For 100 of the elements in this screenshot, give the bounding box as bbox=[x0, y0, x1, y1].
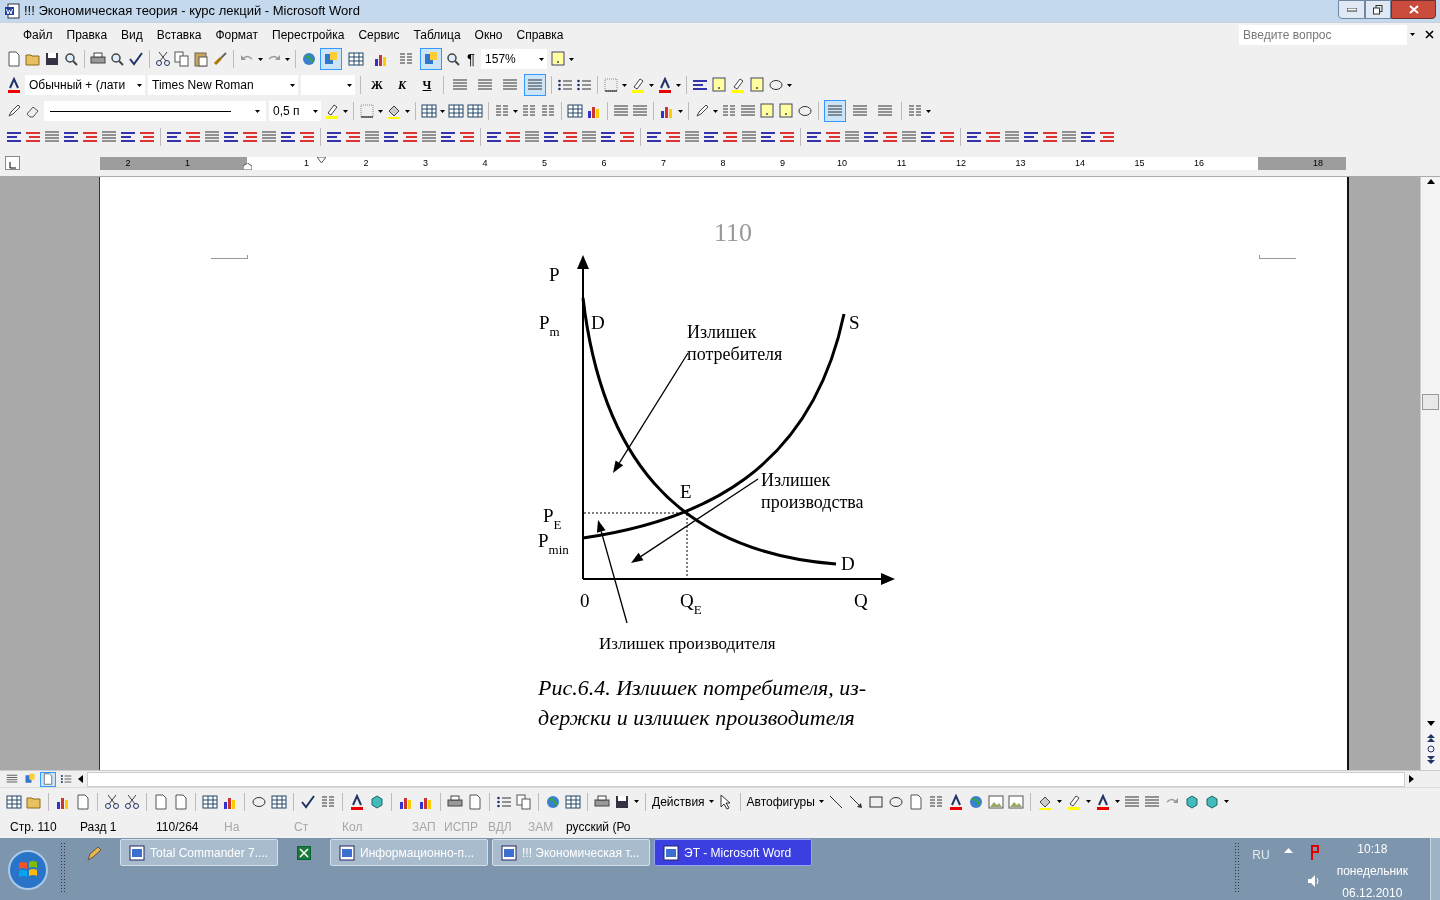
paragraph-lines-icon[interactable] bbox=[882, 129, 898, 145]
scroll-left-icon[interactable] bbox=[78, 775, 83, 783]
paragraph-lines-icon[interactable] bbox=[63, 129, 79, 145]
bullet-list-icon[interactable] bbox=[576, 77, 592, 93]
paragraph-lines-icon[interactable] bbox=[646, 129, 662, 145]
paragraph-lines-icon[interactable] bbox=[6, 129, 22, 145]
new-document-icon[interactable] bbox=[467, 793, 483, 810]
new-document-icon[interactable] bbox=[6, 51, 22, 67]
taskbar-button[interactable]: ЭТ - Microsoft Word bbox=[654, 839, 812, 866]
scroll-thumb[interactable] bbox=[1422, 394, 1439, 410]
autoshapes-menu[interactable]: Автофигуры bbox=[746, 792, 815, 811]
highlighter-icon[interactable] bbox=[630, 77, 646, 93]
paragraph-lines-icon[interactable] bbox=[299, 129, 315, 145]
highlighter-icon[interactable] bbox=[730, 77, 746, 93]
paragraph-lines-icon[interactable] bbox=[825, 129, 841, 145]
paragraph-lines-icon[interactable] bbox=[25, 129, 41, 145]
new-document-icon[interactable] bbox=[173, 793, 189, 810]
caret-icon[interactable] bbox=[713, 109, 718, 113]
paragraph-lines-icon[interactable] bbox=[459, 129, 475, 145]
paragraph-lines-icon[interactable] bbox=[692, 77, 708, 93]
pencil-icon[interactable] bbox=[86, 846, 102, 862]
indent-marker[interactable] bbox=[317, 156, 326, 164]
caret-icon[interactable] bbox=[926, 109, 931, 113]
paragraph-lines-icon[interactable] bbox=[966, 129, 982, 145]
restore-button[interactable] bbox=[1365, 0, 1391, 19]
paragraph-lines-icon[interactable] bbox=[562, 129, 578, 145]
paragraph-lines-icon[interactable] bbox=[939, 129, 955, 145]
menu-item[interactable]: Справка bbox=[509, 25, 571, 44]
copy-icon[interactable] bbox=[174, 51, 190, 67]
scroll-right-icon[interactable] bbox=[1409, 775, 1414, 783]
scissors-icon[interactable] bbox=[155, 51, 171, 67]
arrow-line-icon[interactable] bbox=[847, 793, 864, 810]
table-icon[interactable] bbox=[202, 793, 218, 810]
font-color-icon[interactable] bbox=[947, 793, 964, 810]
line-style-combobox[interactable] bbox=[44, 101, 266, 121]
paragraph-lines-icon[interactable] bbox=[185, 129, 201, 145]
paragraph-lines-icon[interactable] bbox=[402, 129, 418, 145]
menu-item[interactable]: Вид bbox=[114, 25, 150, 44]
paragraph-lines-icon[interactable] bbox=[665, 129, 681, 145]
caret-icon[interactable] bbox=[440, 109, 445, 113]
globe-icon[interactable] bbox=[967, 793, 984, 810]
oval-icon[interactable] bbox=[768, 77, 784, 93]
caret-icon[interactable] bbox=[1056, 800, 1062, 803]
paste-icon[interactable] bbox=[193, 51, 209, 67]
scissors-icon[interactable] bbox=[124, 793, 140, 810]
paragraph-lines-icon[interactable] bbox=[985, 129, 1001, 145]
format-painter-icon[interactable] bbox=[212, 51, 228, 67]
align-lines-icon[interactable] bbox=[613, 103, 629, 119]
cube-icon[interactable] bbox=[1203, 793, 1220, 810]
browse-object-icon[interactable] bbox=[1426, 745, 1435, 753]
printer-icon[interactable] bbox=[594, 793, 610, 810]
paragraph-lines-icon[interactable] bbox=[779, 129, 795, 145]
help-icon[interactable] bbox=[550, 51, 567, 67]
actions-menu[interactable]: Действия bbox=[652, 792, 705, 811]
caret-icon[interactable] bbox=[1223, 800, 1229, 803]
spelling-check-icon[interactable] bbox=[128, 51, 144, 67]
pilcrow-button[interactable]: ¶ bbox=[464, 47, 479, 71]
help-field[interactable]: Введите вопрос bbox=[1239, 24, 1407, 45]
paragraph-lines-icon[interactable] bbox=[326, 129, 342, 145]
menu-item[interactable]: Формат bbox=[208, 25, 266, 44]
paragraph-lines-icon[interactable] bbox=[120, 129, 136, 145]
font-combobox[interactable]: Times New Roman bbox=[148, 75, 298, 95]
paragraph-lines-icon[interactable] bbox=[505, 129, 521, 145]
caret-icon[interactable] bbox=[787, 83, 792, 87]
paragraph-lines-icon[interactable] bbox=[486, 129, 502, 145]
line-weight-combobox[interactable]: 0,5 п bbox=[269, 101, 321, 121]
highlighter-icon[interactable] bbox=[324, 103, 340, 119]
cube-icon[interactable] bbox=[369, 793, 385, 810]
bullet-list-icon[interactable] bbox=[557, 77, 573, 93]
tab-stop-button[interactable] bbox=[5, 156, 20, 170]
caret-icon[interactable] bbox=[634, 800, 639, 803]
print-preview-icon[interactable] bbox=[445, 51, 461, 67]
pen-icon[interactable] bbox=[694, 103, 710, 119]
font-color-icon[interactable] bbox=[657, 77, 673, 93]
paragraph-lines-icon[interactable] bbox=[242, 129, 258, 145]
start-button[interactable] bbox=[8, 850, 48, 890]
align-lines-icon[interactable] bbox=[632, 103, 648, 119]
paragraph-lines-icon[interactable] bbox=[543, 129, 559, 145]
paragraph-lines-icon[interactable] bbox=[1080, 129, 1096, 145]
paragraph-lines-icon[interactable] bbox=[703, 129, 719, 145]
menu-item[interactable]: Таблица bbox=[406, 25, 468, 44]
oval-icon[interactable] bbox=[797, 103, 813, 119]
style-combobox[interactable]: Обычный + (лати bbox=[25, 75, 145, 95]
paragraph-lines-icon[interactable] bbox=[619, 129, 635, 145]
style-button[interactable]: Ж bbox=[366, 76, 388, 94]
caret-icon[interactable] bbox=[343, 109, 348, 113]
caret-icon[interactable] bbox=[1114, 800, 1120, 803]
menu-item[interactable]: Сервис bbox=[351, 25, 407, 44]
picture-icon[interactable] bbox=[1007, 793, 1024, 810]
printer-icon[interactable] bbox=[447, 793, 463, 810]
paragraph-lines-icon[interactable] bbox=[223, 129, 239, 145]
highlighter-icon[interactable] bbox=[1065, 793, 1082, 810]
menu-item[interactable]: Вставка bbox=[149, 25, 209, 44]
caret-icon[interactable] bbox=[258, 57, 263, 61]
caret-icon[interactable] bbox=[1085, 800, 1091, 803]
paragraph-lines-icon[interactable] bbox=[863, 129, 879, 145]
print-preview-icon[interactable] bbox=[63, 51, 79, 67]
caret-icon[interactable] bbox=[678, 109, 683, 113]
paragraph-lines-icon[interactable] bbox=[1042, 129, 1058, 145]
spelling-check-icon[interactable] bbox=[300, 793, 316, 810]
